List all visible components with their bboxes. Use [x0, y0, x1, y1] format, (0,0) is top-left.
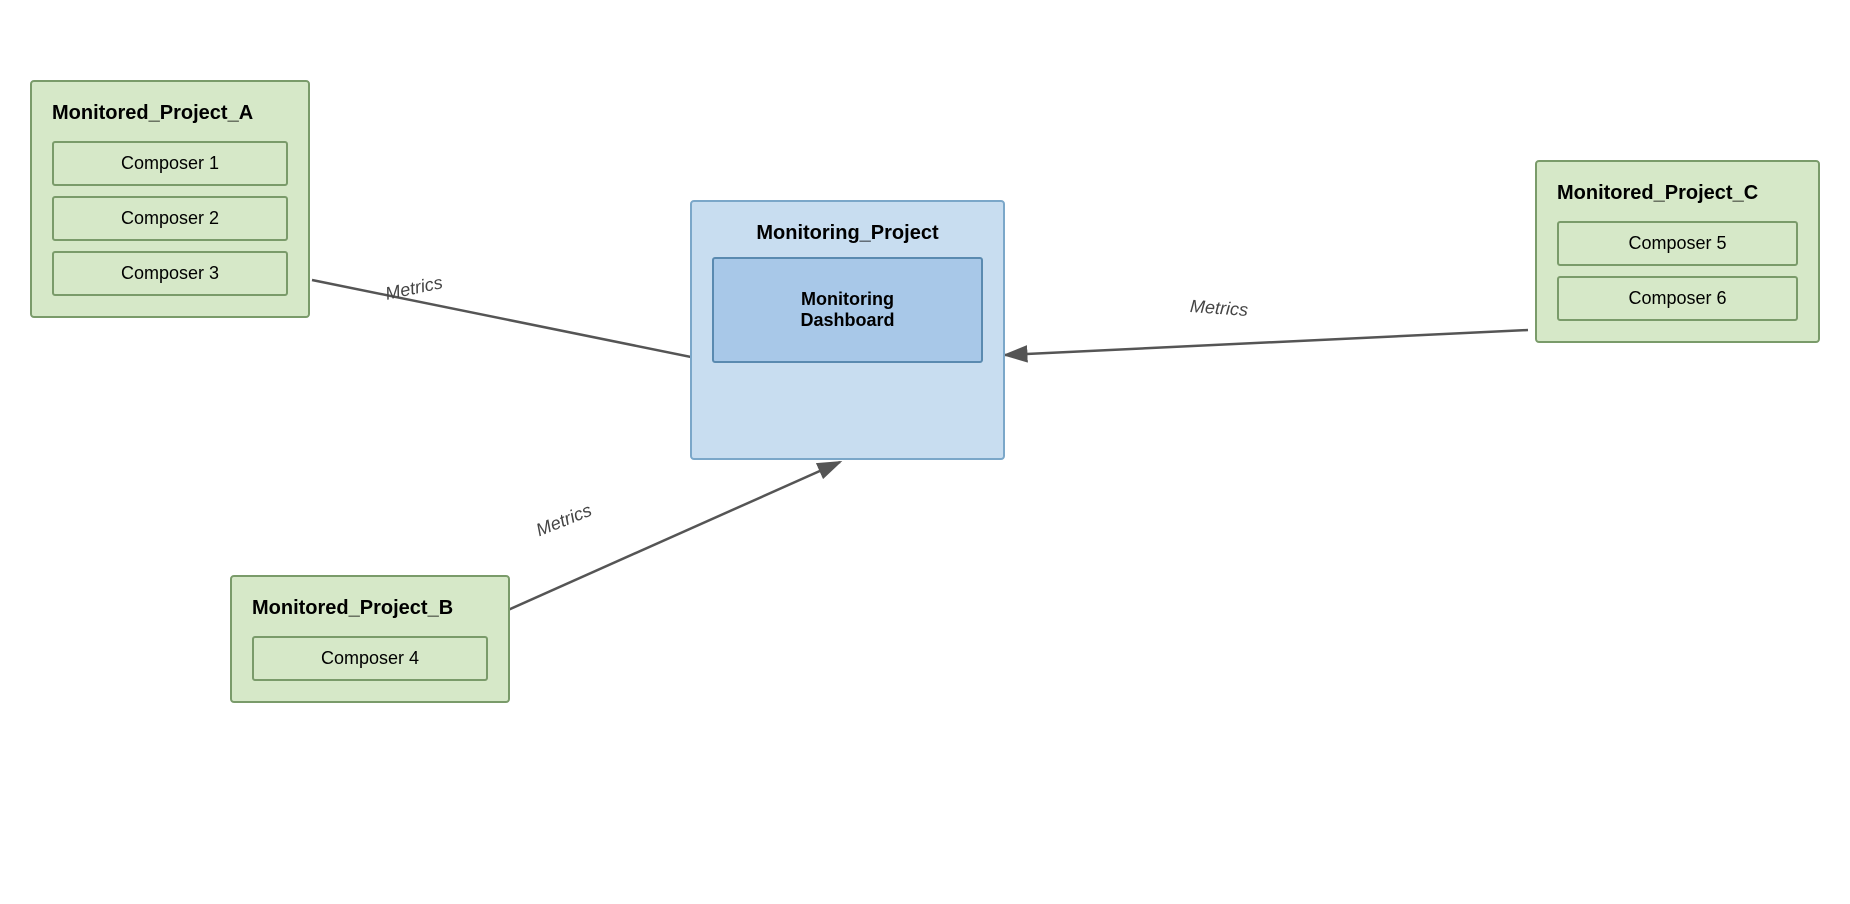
- composer-4-box: Composer 4: [252, 636, 488, 681]
- project-a-title: Monitored_Project_A: [52, 102, 288, 125]
- composer-1-box: Composer 1: [52, 141, 288, 186]
- monitoring-dashboard-label: MonitoringDashboard: [800, 289, 894, 330]
- project-b-title: Monitored_Project_B: [252, 597, 488, 620]
- composer-3-box: Composer 3: [52, 251, 288, 296]
- monitoring-dashboard-box: MonitoringDashboard: [712, 257, 983, 363]
- project-a-box: Monitored_Project_A Composer 1 Composer …: [30, 80, 310, 318]
- metrics-label-a: Metrics: [383, 272, 444, 305]
- project-b-box: Monitored_Project_B Composer 4: [230, 575, 510, 703]
- monitoring-project-box: Monitoring_Project MonitoringDashboard: [690, 200, 1005, 460]
- metrics-label-c: Metrics: [1189, 296, 1248, 321]
- monitoring-project-title: Monitoring_Project: [712, 222, 983, 245]
- composer-2-box: Composer 2: [52, 196, 288, 241]
- metrics-label-b: Metrics: [533, 500, 595, 541]
- project-c-box: Monitored_Project_C Composer 5 Composer …: [1535, 160, 1820, 343]
- composer-5-box: Composer 5: [1557, 221, 1798, 266]
- diagram-container: Monitored_Project_A Composer 1 Composer …: [0, 0, 1850, 904]
- project-c-title: Monitored_Project_C: [1557, 182, 1798, 205]
- composer-6-box: Composer 6: [1557, 276, 1798, 321]
